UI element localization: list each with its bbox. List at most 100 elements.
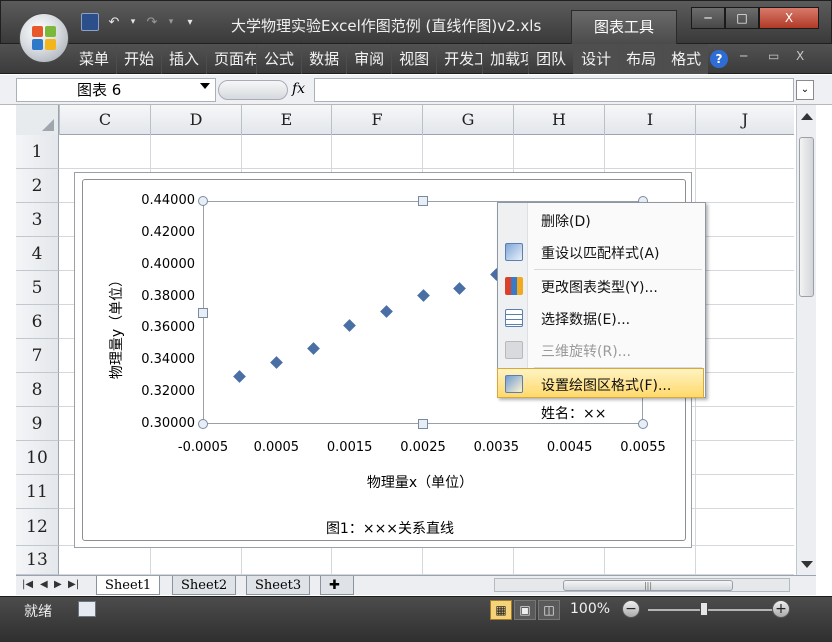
formula-bar-splitter[interactable]	[218, 80, 288, 100]
office-button[interactable]	[19, 13, 69, 63]
insert-sheet-icon[interactable]: ✚	[320, 576, 354, 595]
redo-dropdown-icon[interactable]: ▾	[167, 13, 175, 31]
plot-handle[interactable]	[418, 196, 428, 206]
select-all-button[interactable]	[16, 105, 59, 135]
quick-access-toolbar: ↶ ▾ ↷ ▾ ▾	[81, 13, 199, 31]
tab-review[interactable]: 审阅	[346, 44, 391, 74]
next-sheet-icon[interactable]: ▶	[54, 579, 62, 590]
close-button[interactable]: X	[759, 7, 819, 29]
title-bar: ↶ ▾ ↷ ▾ ▾ 大学物理实验Excel作图范例 (直线作图)v2.xls 图…	[0, 0, 832, 45]
workbook-restore-button[interactable]: ▭	[768, 49, 779, 63]
chart-title[interactable]: 图1：×××关系直线	[280, 518, 500, 538]
sheet-tab-sheet3[interactable]: Sheet3	[246, 576, 311, 595]
plot-handle[interactable]	[198, 196, 208, 206]
row-header[interactable]: 8	[16, 373, 59, 407]
vertical-scrollbar[interactable]	[796, 105, 816, 575]
expand-formula-bar-icon[interactable]: ⌄	[796, 80, 814, 100]
column-header-i[interactable]: I	[604, 105, 695, 135]
y-tick-label: 0.38000	[141, 288, 195, 304]
tab-addins[interactable]: 加载项	[482, 44, 528, 74]
last-sheet-icon[interactable]: ▶|	[68, 579, 79, 590]
menu-item-reset-style[interactable]: 重设以匹配样式(A)	[498, 237, 705, 267]
tab-format[interactable]: 格式	[663, 44, 709, 74]
row-header[interactable]: 13	[16, 546, 59, 575]
tab-home[interactable]: 开始	[116, 44, 161, 74]
horizontal-scrollbar[interactable]: |||	[494, 578, 790, 592]
zoom-out-button[interactable]: −	[622, 600, 640, 618]
undo-icon[interactable]: ↶	[105, 13, 123, 31]
plot-handle[interactable]	[198, 308, 208, 318]
tab-developer[interactable]: 开发工	[436, 44, 482, 74]
menu-item-format-plot-area[interactable]: 设置绘图区格式(F)...	[497, 368, 704, 398]
column-header-j[interactable]: J	[695, 105, 794, 135]
tab-view[interactable]: 视图	[391, 44, 436, 74]
undo-dropdown-icon[interactable]: ▾	[129, 13, 137, 31]
tab-page-layout[interactable]: 页面布	[206, 44, 256, 74]
menu-item-delete[interactable]: 删除(D)	[498, 205, 705, 235]
tab-formulas[interactable]: 公式	[256, 44, 301, 74]
workbook-minimize-button[interactable]: ─	[740, 49, 747, 63]
sheet-tab-sheet1[interactable]: Sheet1	[96, 576, 161, 595]
zoom-slider[interactable]	[648, 609, 776, 611]
row-header[interactable]: 3	[16, 203, 59, 237]
tab-data[interactable]: 数据	[301, 44, 346, 74]
redo-icon[interactable]: ↷	[143, 13, 161, 31]
page-layout-view-button[interactable]: ▣	[514, 600, 536, 620]
row-header[interactable]: 7	[16, 339, 59, 373]
maximize-button[interactable]: □	[725, 7, 759, 29]
normal-view-button[interactable]: ▦	[490, 600, 512, 620]
vertical-scroll-thumb[interactable]	[799, 137, 814, 297]
tab-design[interactable]: 设计	[573, 44, 619, 74]
workbook-close-button[interactable]: X	[796, 49, 804, 63]
zoom-in-button[interactable]: +	[772, 600, 790, 618]
column-header-c[interactable]: C	[59, 105, 150, 135]
page-break-view-button[interactable]: ◫	[538, 600, 560, 620]
tab-menu[interactable]: 菜单	[72, 44, 116, 74]
menu-item-label: 设置绘图区格式(F)...	[541, 378, 672, 394]
plot-handle[interactable]	[198, 419, 208, 429]
row-header[interactable]: 6	[16, 305, 59, 339]
horizontal-scroll-thumb[interactable]: |||	[563, 580, 733, 591]
row-header[interactable]: 2	[16, 169, 59, 203]
menu-item-select-data[interactable]: 选择数据(E)...	[498, 303, 705, 333]
minimize-button[interactable]: ─	[691, 7, 725, 29]
zoom-slider-thumb[interactable]	[700, 602, 708, 616]
author-annotation[interactable]: 姓名：××	[541, 403, 606, 423]
help-icon[interactable]: ?	[710, 50, 728, 68]
formula-input[interactable]	[314, 78, 794, 102]
scroll-down-icon[interactable]	[801, 561, 813, 568]
name-box[interactable]: 图表 6	[16, 78, 216, 102]
customize-qat-icon[interactable]: ▾	[181, 13, 199, 31]
macro-record-icon[interactable]	[78, 601, 96, 617]
column-header-g[interactable]: G	[422, 105, 513, 135]
column-header-d[interactable]: D	[150, 105, 241, 135]
name-box-dropdown-icon[interactable]	[200, 83, 210, 89]
menu-item-change-chart-type[interactable]: 更改图表类型(Y)...	[498, 271, 705, 301]
x-axis-title[interactable]: 物理量x（单位）	[330, 472, 510, 492]
tab-insert[interactable]: 插入	[161, 44, 206, 74]
plot-handle[interactable]	[418, 419, 428, 429]
plot-handle[interactable]	[638, 419, 648, 429]
y-axis-title[interactable]: 物理量y（单位）	[106, 266, 126, 386]
chart-tools-context-tab: 图表工具	[571, 10, 677, 45]
zoom-level[interactable]: 100%	[570, 601, 610, 617]
insert-function-icon[interactable]: fx	[292, 81, 305, 97]
column-header-e[interactable]: E	[241, 105, 331, 135]
scroll-up-icon[interactable]	[801, 113, 813, 120]
row-header[interactable]: 12	[16, 509, 59, 546]
tab-team[interactable]: 团队	[528, 44, 573, 74]
menu-item-3d-rotation[interactable]: 三维旋转(R)...	[498, 335, 705, 365]
row-header[interactable]: 1	[16, 135, 59, 169]
row-header[interactable]: 5	[16, 271, 59, 305]
first-sheet-icon[interactable]: |◀	[22, 579, 33, 590]
prev-sheet-icon[interactable]: ◀	[40, 579, 48, 590]
column-header-f[interactable]: F	[331, 105, 422, 135]
row-header[interactable]: 4	[16, 237, 59, 271]
tab-layout[interactable]: 布局	[618, 44, 664, 74]
row-header[interactable]: 11	[16, 475, 59, 509]
save-icon[interactable]	[81, 13, 99, 31]
row-header[interactable]: 10	[16, 441, 59, 475]
sheet-tab-sheet2[interactable]: Sheet2	[172, 576, 237, 595]
row-header[interactable]: 9	[16, 407, 59, 441]
column-header-h[interactable]: H	[513, 105, 604, 135]
